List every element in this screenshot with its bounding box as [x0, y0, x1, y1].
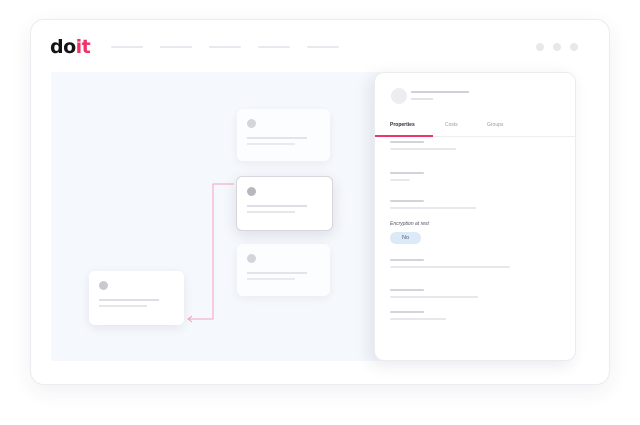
card-avatar-icon [247, 187, 256, 196]
window-control-dot-1[interactable] [536, 43, 544, 51]
resource-card-3[interactable] [237, 244, 330, 296]
nav-placeholder-2[interactable] [160, 46, 192, 48]
card-title-placeholder [247, 205, 307, 207]
card-title-placeholder [247, 272, 307, 274]
panel-tabs: Properties Costs Groups [375, 117, 575, 137]
resource-card-selected[interactable] [236, 176, 333, 231]
nav-placeholder-4[interactable] [258, 46, 290, 48]
doit-logo[interactable]: doit [50, 36, 91, 58]
resource-card-target[interactable] [89, 271, 184, 325]
tab-properties[interactable]: Properties [390, 122, 415, 128]
nav-placeholder-1[interactable] [111, 46, 143, 48]
card-title-placeholder [99, 299, 159, 301]
logo-text-it: it [75, 36, 91, 58]
tab-costs[interactable]: Costs [445, 122, 458, 128]
nav-placeholder-5[interactable] [307, 46, 339, 48]
property-value-placeholder [390, 148, 456, 150]
property-label-placeholder [390, 141, 424, 143]
card-avatar-icon [247, 254, 256, 263]
window-control-dot-2[interactable] [553, 43, 561, 51]
card-title-placeholder [247, 137, 307, 139]
logo-text-do: do [50, 36, 76, 58]
property-label-placeholder [390, 259, 424, 261]
property-value-placeholder [390, 296, 478, 298]
panel-avatar-icon [391, 88, 407, 104]
property-value-placeholder [390, 207, 476, 209]
nav-placeholder-3[interactable] [209, 46, 241, 48]
card-subtitle-placeholder [247, 278, 295, 280]
card-avatar-icon [99, 281, 108, 290]
property-value-placeholder [390, 179, 410, 181]
property-label-placeholder [390, 172, 424, 174]
tab-groups[interactable]: Groups [487, 122, 503, 128]
property-value-placeholder [390, 318, 446, 320]
encryption-value-badge[interactable]: No [390, 232, 421, 244]
encryption-field-label: Encryption at rest [390, 221, 429, 227]
active-tab-indicator [375, 135, 433, 137]
panel-subtitle-placeholder [411, 98, 433, 100]
card-avatar-icon [247, 119, 256, 128]
property-label-placeholder [390, 289, 424, 291]
property-label-placeholder [390, 200, 424, 202]
property-value-placeholder [390, 266, 510, 268]
details-panel: Properties Costs Groups Encryption at re… [374, 72, 576, 361]
resource-card-1[interactable] [237, 109, 330, 161]
card-subtitle-placeholder [247, 143, 295, 145]
panel-title-placeholder [411, 91, 469, 93]
card-subtitle-placeholder [99, 305, 147, 307]
property-label-placeholder [390, 311, 424, 313]
window-control-dot-3[interactable] [570, 43, 578, 51]
card-subtitle-placeholder [247, 211, 295, 213]
